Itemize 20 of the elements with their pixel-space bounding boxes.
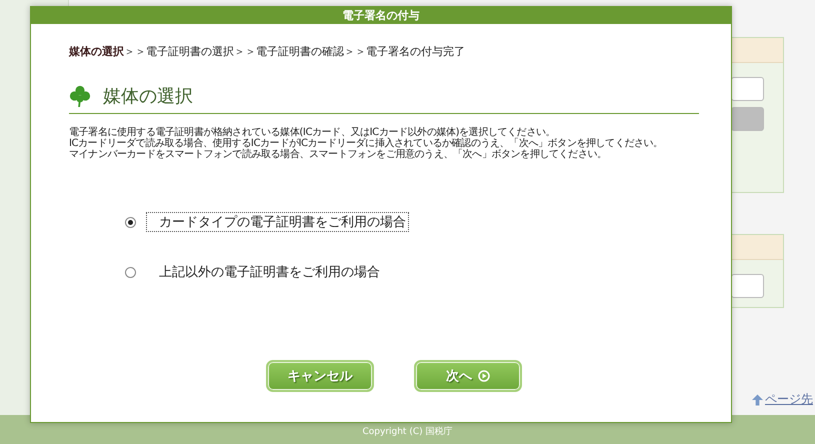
instruction-text: 電子署名に使用する電子証明書が格納されている媒体(ICカード、又はICカード以外の媒体)を選択してください。: [69, 127, 556, 138]
dialog-title: 電子署名の付与: [31, 7, 731, 24]
radio-button[interactable]: [125, 216, 136, 228]
breadcrumb-step: ＞＞電子証明書の確認: [234, 44, 344, 59]
option-label[interactable]: カードタイプの電子証明書をご利用の場合: [146, 212, 409, 232]
instruction-text: マイナンバーカードをスマートフォンで読み取る場合、スマートフォンをご用意のうえ、「次へ」ボタンを押してください。: [69, 149, 608, 160]
arrow-up-icon: [752, 394, 763, 406]
page-top-link[interactable]: ページ先: [752, 391, 813, 408]
copyright-text: Copyright (C) 国税庁: [362, 426, 452, 438]
next-button[interactable]: 次へ: [414, 360, 522, 392]
clover-icon: [69, 85, 91, 107]
breadcrumb-step: ＞＞電子署名の付与完了: [344, 44, 465, 59]
cancel-button[interactable]: キャンセル: [266, 360, 374, 392]
breadcrumb-step: ＞＞電子証明書の選択: [124, 44, 234, 59]
section-heading: 媒体の選択: [103, 85, 193, 108]
breadcrumb-step: 媒体の選択: [69, 44, 124, 59]
play-icon: [478, 370, 490, 382]
instruction-text: ICカードリーダで読み取る場合、使用するICカードがICカードリーダに挿入されているか確認のうえ、「次へ」ボタンを押してください。: [69, 138, 664, 149]
radio-button[interactable]: [125, 266, 136, 278]
option-label[interactable]: 上記以外の電子証明書をご利用の場合: [146, 262, 383, 282]
